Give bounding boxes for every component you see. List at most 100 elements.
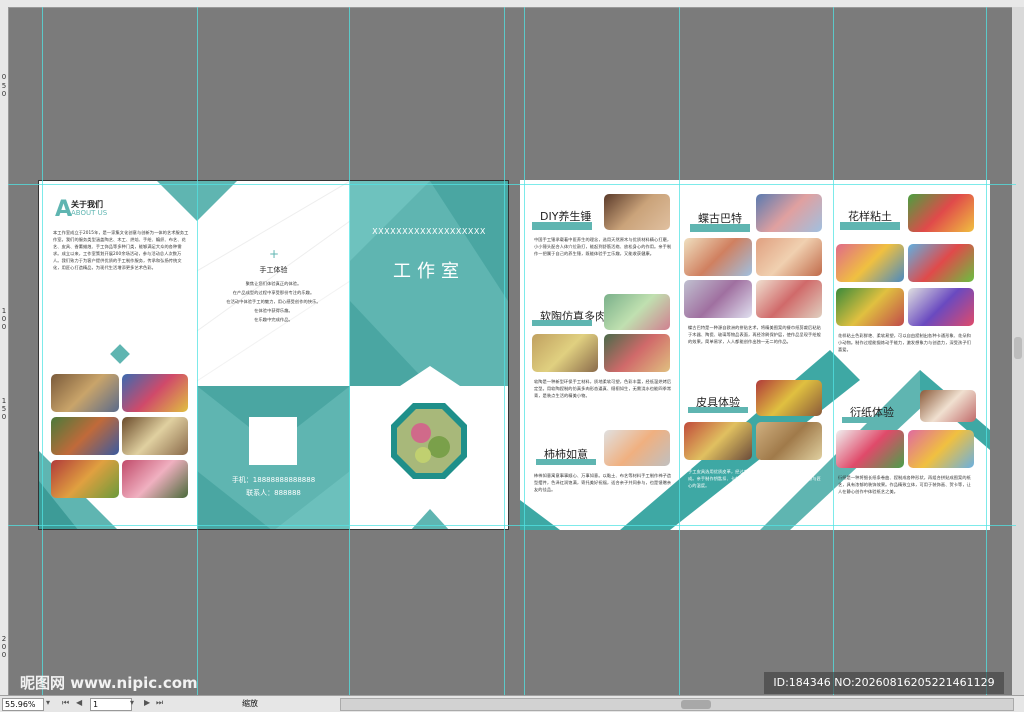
status-bar: 55.96% ▾ ⏮ ◀ 1 ▾ ▶ ⏭ 缩放 bbox=[0, 695, 1024, 712]
section-text-quilling: 衍纸是一种将细长纸条卷曲、捏制成各种形状，再组合拼贴成图案的纸艺，具有浓郁的装饰… bbox=[838, 475, 971, 494]
cover-x-line: XXXXXXXXXXXXXXXXXXX bbox=[372, 227, 486, 236]
intro-line: 在产品成型的过程中享受那份专注的乐趣。 bbox=[232, 290, 315, 295]
guide-vertical[interactable] bbox=[197, 7, 198, 695]
zoom-level-field[interactable]: 55.96% bbox=[2, 698, 44, 711]
photo-decoupage-4 bbox=[684, 280, 752, 318]
intro-panel: + 手工体验 聚焦让您们体验真正的体验。 在产品成型的过程中享受那份专注的乐趣。… bbox=[197, 181, 350, 529]
photo-decoupage-1 bbox=[756, 194, 822, 232]
ruler-mark: 1 bbox=[1, 397, 7, 405]
ruler-mark: 0 bbox=[1, 315, 7, 323]
photo-clay-3 bbox=[836, 288, 904, 326]
section-text-persimmon: 柿柿如意寓意事事顺心、万事如意。以黏土、布艺等材料手工制作柿子造型摆件，色泽红润… bbox=[534, 473, 672, 492]
guide-vertical[interactable] bbox=[42, 7, 43, 695]
vertical-ruler[interactable]: 0 5 0 1 0 0 1 5 0 2 0 0 bbox=[0, 7, 9, 695]
photo-decoupage-3 bbox=[756, 238, 822, 276]
zoom-dropdown-icon[interactable]: ▾ bbox=[46, 698, 50, 707]
ruler-mark: 5 bbox=[1, 405, 7, 413]
photo-quilling-1 bbox=[836, 430, 904, 468]
scrollbar-thumb[interactable] bbox=[1014, 337, 1022, 359]
photo-quilling-2 bbox=[908, 430, 974, 468]
prev-page-icon[interactable]: ◀ bbox=[76, 698, 82, 707]
cover-panel: XXXXXXXXXXXXXXXXXXX 工作室 bbox=[350, 181, 508, 529]
section-text-clay-pattern: 花样粘土色彩鲜艳、柔软易塑，可以自由捏制出各种卡通形象、花朵和小动物。制作过程能… bbox=[838, 333, 971, 352]
photo-succulent-1 bbox=[604, 294, 670, 330]
photo-decoupage-2 bbox=[684, 238, 752, 276]
guide-horizontal[interactable] bbox=[8, 184, 1016, 185]
photo-persimmon bbox=[604, 430, 670, 466]
cover-title: 工作室 bbox=[393, 261, 465, 282]
ruler-mark: 0 bbox=[1, 73, 7, 81]
photo-leather-keychain bbox=[756, 380, 822, 416]
intro-line: 在活动中体验手工的魅力，用心感受创作的快乐。 bbox=[226, 299, 321, 304]
photo-massage-hammer bbox=[604, 194, 670, 230]
page-number-field[interactable]: 1 bbox=[90, 698, 132, 711]
photo-clay-figures bbox=[122, 374, 188, 412]
phone-text: 手机：18888888888888 bbox=[231, 476, 316, 484]
guide-horizontal[interactable] bbox=[8, 525, 1016, 526]
about-logo-letter: A bbox=[55, 197, 73, 222]
horizontal-scrollbar[interactable] bbox=[340, 698, 1014, 711]
last-page-icon[interactable]: ⏭ bbox=[156, 698, 163, 708]
photo-clay-frame bbox=[836, 244, 904, 282]
section-text-leather: 手工皮具选用优质皮革，经过裁剪、打孔、缝线、封边等工序制作而成。亲手制作钥匙扣、… bbox=[688, 469, 821, 488]
guide-vertical[interactable] bbox=[833, 7, 834, 695]
ruler-mark: 2 bbox=[1, 635, 7, 643]
contact-text: 联系人：888888 bbox=[246, 489, 301, 497]
photo-leather-bag bbox=[756, 422, 822, 460]
brochure-inner: DIY养生锤 中国手工锤承载着中医养生的理念，选用天然原木与优质材料精心打磨，小… bbox=[520, 180, 990, 530]
intro-heading: 手工体验 bbox=[259, 266, 288, 274]
photo-clay-2 bbox=[908, 244, 974, 282]
photo-handcraft-2 bbox=[51, 417, 119, 455]
about-subtitle: ABOUT US bbox=[71, 209, 108, 217]
scrollbar-thumb[interactable] bbox=[681, 700, 711, 709]
photo-clay-4 bbox=[908, 288, 974, 326]
ruler-mark: 5 bbox=[1, 82, 7, 90]
page-dropdown-icon[interactable]: ▾ bbox=[130, 698, 134, 707]
cover-octagon-photo bbox=[391, 403, 467, 479]
intro-line: 在体验中获得乐趣。 bbox=[254, 308, 293, 313]
about-panel: A 关于我们 ABOUT US 本工作室成立于2015年，是一家集文化创意与创新… bbox=[39, 181, 197, 529]
first-page-icon[interactable]: ⏮ bbox=[62, 698, 69, 708]
guide-vertical[interactable] bbox=[349, 7, 350, 695]
title-bar bbox=[532, 320, 592, 326]
section-text-diy: 中国手工锤承载着中医养生的理念，选用天然原木与优质材料精心打磨，小小锤头配合人体… bbox=[534, 237, 672, 256]
title-bar bbox=[536, 459, 596, 465]
guide-vertical[interactable] bbox=[524, 7, 525, 695]
title-bar bbox=[842, 417, 902, 423]
zoom-label: 缩放 bbox=[242, 699, 258, 708]
intro-lines: 聚焦让您们体验真正的体验。 在产品成型的过程中享受那份专注的乐趣。 在活动中体验… bbox=[197, 279, 350, 324]
ruler-mark: 0 bbox=[1, 90, 7, 98]
photo-clay-flowers bbox=[908, 194, 974, 232]
intro-line: 在乐趣中完成作品。 bbox=[254, 317, 293, 322]
section-text-clay-succulent: 软陶是一种新型环保手工材料，质地柔软可塑，色彩丰富，经低温烘烤后定型。用软陶捏制… bbox=[534, 379, 672, 398]
photo-succulent-3 bbox=[604, 334, 670, 372]
vertical-scrollbar[interactable] bbox=[1012, 7, 1024, 695]
title-bar bbox=[690, 224, 750, 232]
watermark-id: ID:184346 NO:20260816205221461129 bbox=[764, 672, 1004, 694]
photo-flowers bbox=[51, 460, 119, 498]
guide-vertical[interactable] bbox=[504, 7, 505, 695]
title-bar bbox=[688, 407, 748, 413]
guide-vertical[interactable] bbox=[986, 7, 987, 695]
section-text-decoupage: 蝶古巴特是一种源自欧洲的拼贴艺术，将精美图案的餐巾纸剪裁后粘贴于木器、陶瓷、玻璃… bbox=[688, 325, 821, 344]
horizontal-ruler[interactable] bbox=[0, 0, 1024, 8]
ruler-mark: 1 bbox=[1, 307, 7, 315]
next-page-icon[interactable]: ▶ bbox=[144, 698, 150, 707]
about-text: 本工作室成立于2015年，是一家集文化创意与创新为一体的艺术服务工作室。我们的服… bbox=[53, 230, 189, 270]
photo-quilling-frame bbox=[920, 390, 976, 422]
guide-vertical[interactable] bbox=[679, 7, 680, 695]
qr-code-placeholder bbox=[249, 417, 297, 465]
photo-decoupage-5 bbox=[756, 280, 822, 318]
brochure-outer: A 关于我们 ABOUT US 本工作室成立于2015年，是一家集文化创意与创新… bbox=[38, 180, 509, 530]
watermark-site: 昵图网 www.nipic.com bbox=[20, 674, 198, 692]
ruler-mark: 0 bbox=[1, 643, 7, 651]
intro-line: 聚焦让您们体验真正的体验。 bbox=[245, 281, 302, 286]
photo-handcraft-1 bbox=[51, 374, 119, 412]
photo-succulent-2 bbox=[532, 334, 598, 372]
photo-paper-flowers bbox=[122, 460, 188, 498]
plus-icon: + bbox=[269, 247, 280, 261]
title-bar bbox=[840, 222, 900, 230]
photo-leather-1 bbox=[684, 422, 752, 460]
ruler-mark: 0 bbox=[1, 651, 7, 659]
title-bar bbox=[532, 222, 592, 230]
